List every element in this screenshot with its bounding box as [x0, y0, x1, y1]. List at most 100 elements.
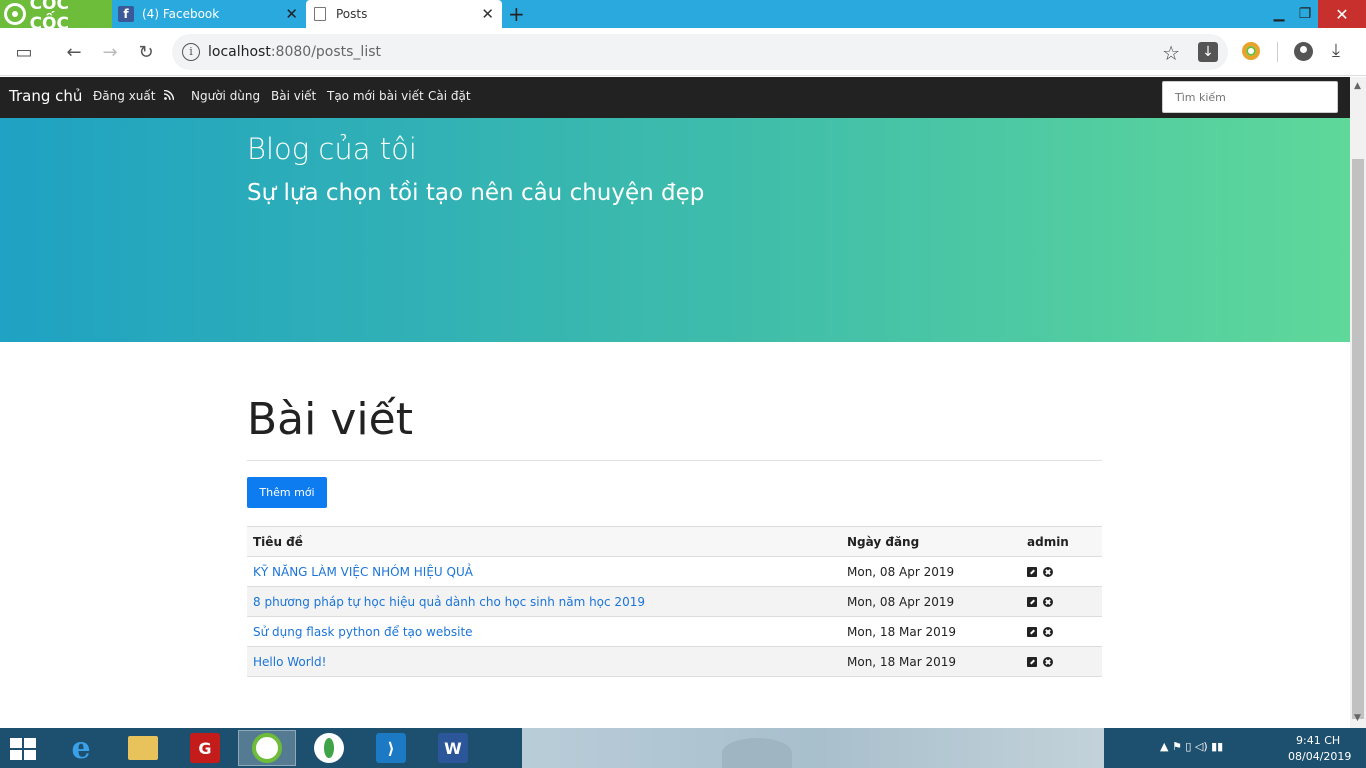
windows-start-icon[interactable] — [10, 738, 38, 760]
hero-title: Blog của tôi — [247, 132, 417, 166]
scroll-up-icon[interactable]: ▲ — [1354, 81, 1361, 91]
mongodb-icon — [314, 733, 344, 763]
delete-icon[interactable] — [1043, 597, 1053, 607]
scroll-down-icon[interactable]: ▼ — [1354, 713, 1361, 723]
sidebar-icon[interactable]: ▭ — [12, 40, 36, 64]
system-tray-icons[interactable]: ▲ ⚑ ▯ ◁) ▮▮ — [1160, 740, 1223, 753]
table-row: 8 phương pháp tự học hiệu quả dành cho h… — [247, 586, 1102, 617]
hero-banner: Blog của tôi Sự lựa chọn tồi tạo nên câu… — [0, 118, 1350, 342]
posts-table: Tiêu đề Ngày đăng admin KỸ NĂNG LÀM VIỆC… — [247, 526, 1102, 677]
scroll-thumb[interactable] — [1352, 159, 1364, 719]
save-page-icon[interactable]: ↓ — [1198, 42, 1218, 62]
table-row: Hello World! Mon, 18 Mar 2019 — [247, 646, 1102, 677]
reload-icon[interactable]: ↻ — [134, 40, 158, 64]
post-date: Mon, 18 Mar 2019 — [841, 616, 1021, 647]
admin-actions — [1021, 556, 1102, 587]
column-header-title: Tiêu đề — [247, 526, 841, 557]
garena-icon: G — [190, 733, 220, 763]
page-scrollbar[interactable]: ▲ ▼ — [1350, 77, 1366, 728]
vscode-icon: ⟩ — [376, 733, 406, 763]
post-link[interactable]: Hello World! — [253, 655, 326, 669]
minimize-icon[interactable]: ▁ — [1266, 0, 1292, 28]
post-link[interactable]: Sử dụng flask python để tạo website — [253, 625, 473, 639]
coccoc-extension-icon[interactable] — [1242, 42, 1260, 60]
edit-icon[interactable] — [1027, 567, 1037, 577]
taskbar-vscode[interactable]: ⟩ — [362, 730, 420, 766]
web-page: Trang chủ Đăng xuất Người dùng Bài viết … — [0, 77, 1350, 728]
rss-icon[interactable] — [164, 90, 174, 100]
delete-icon[interactable] — [1043, 627, 1053, 637]
profile-icon[interactable] — [1294, 42, 1313, 61]
delete-icon[interactable] — [1043, 567, 1053, 577]
post-date: Mon, 18 Mar 2019 — [841, 646, 1021, 677]
internet-explorer-icon: e — [71, 730, 91, 766]
page-title: Bài viết — [247, 394, 413, 445]
folder-icon — [128, 736, 158, 760]
nav-item-logout[interactable]: Đăng xuất — [93, 89, 155, 103]
delete-icon[interactable] — [1043, 657, 1053, 667]
post-link[interactable]: 8 phương pháp tự học hiệu quả dành cho h… — [253, 595, 645, 609]
tab-label: Posts — [336, 7, 368, 21]
window-close-icon[interactable]: ✕ — [1318, 0, 1366, 28]
clock-date[interactable]: 08/04/2019 — [1288, 750, 1351, 763]
taskbar-mongodb[interactable] — [300, 730, 358, 766]
edit-icon[interactable] — [1027, 657, 1037, 667]
search-input[interactable] — [1162, 81, 1338, 113]
nav-item-posts[interactable]: Bài viết — [271, 89, 316, 103]
nav-item-create-post[interactable]: Tạo mới bài viết — [327, 89, 424, 103]
taskbar-word[interactable]: W — [424, 730, 482, 766]
admin-actions — [1021, 646, 1102, 677]
tab-facebook[interactable]: f (4) Facebook ✕ — [112, 0, 306, 28]
tab-posts[interactable]: Posts ✕ — [306, 0, 502, 28]
new-tab-icon[interactable]: + — [508, 2, 525, 26]
forward-icon[interactable]: → — [98, 40, 122, 64]
close-icon[interactable]: ✕ — [481, 5, 494, 23]
edit-icon[interactable] — [1027, 627, 1037, 637]
add-post-button[interactable]: Thêm mới — [247, 477, 327, 508]
admin-actions — [1021, 586, 1102, 617]
coccoc-icon — [252, 733, 282, 763]
nav-brand-home[interactable]: Trang chủ — [9, 87, 82, 105]
word-icon: W — [438, 733, 468, 763]
bookmark-star-icon[interactable]: ☆ — [1162, 41, 1180, 65]
address-bar[interactable]: i localhost:8080/posts_list ☆ ↓ — [172, 34, 1228, 70]
coccoc-logo-icon — [4, 3, 26, 25]
edit-icon[interactable] — [1027, 597, 1037, 607]
info-icon[interactable]: i — [182, 43, 200, 61]
close-icon[interactable]: ✕ — [285, 5, 298, 23]
browser-tab-bar: CỐC CỐC f (4) Facebook ✕ Posts ✕ + ▁ ❐ ✕ — [0, 0, 1366, 34]
url-text[interactable]: localhost:8080/posts_list — [208, 44, 381, 60]
taskbar-garena[interactable]: G — [176, 730, 234, 766]
taskbar-coccoc[interactable] — [238, 730, 296, 766]
page-icon — [312, 6, 328, 22]
taskbar-file-explorer[interactable] — [114, 730, 172, 766]
download-icon[interactable]: ⤓ — [1332, 40, 1340, 61]
table-header-row: Tiêu đề Ngày đăng admin — [247, 526, 1102, 557]
restore-icon[interactable]: ❐ — [1292, 0, 1318, 28]
clock-time[interactable]: 9:41 CH — [1296, 734, 1340, 747]
taskbar-internet-explorer[interactable]: e — [52, 730, 110, 766]
column-header-admin: admin — [1021, 526, 1102, 557]
post-title-cell: 8 phương pháp tự học hiệu quả dành cho h… — [247, 586, 841, 617]
title-divider — [247, 460, 1102, 461]
post-date: Mon, 08 Apr 2019 — [841, 586, 1021, 617]
browser-toolbar: ▭ ← → ↻ i localhost:8080/posts_list ☆ ↓ … — [0, 28, 1366, 76]
admin-actions — [1021, 616, 1102, 647]
table-row: Sử dụng flask python để tạo website Mon,… — [247, 616, 1102, 647]
post-title-cell: Hello World! — [247, 646, 841, 677]
site-navbar: Trang chủ Đăng xuất Người dùng Bài viết … — [0, 77, 1350, 118]
table-row: KỸ NĂNG LÀM VIỆC NHÓM HIỆU QUẢ Mon, 08 A… — [247, 556, 1102, 587]
facebook-icon: f — [118, 6, 134, 22]
post-date: Mon, 08 Apr 2019 — [841, 556, 1021, 587]
hero-subtitle: Sự lựa chọn tồi tạo nên câu chuyện đẹp — [247, 180, 705, 206]
tab-label: (4) Facebook — [142, 7, 220, 21]
toolbar-divider — [1277, 42, 1278, 62]
nav-item-settings[interactable]: Cài đặt — [428, 89, 471, 103]
post-title-cell: Sử dụng flask python để tạo website — [247, 616, 841, 647]
post-title-cell: KỸ NĂNG LÀM VIỆC NHÓM HIỆU QUẢ — [247, 556, 841, 587]
coccoc-brand[interactable]: CỐC CỐC — [0, 0, 112, 34]
back-icon[interactable]: ← — [62, 40, 86, 64]
post-link[interactable]: KỸ NĂNG LÀM VIỆC NHÓM HIỆU QUẢ — [253, 565, 473, 579]
nav-item-users[interactable]: Người dùng — [191, 89, 260, 103]
column-header-date: Ngày đăng — [841, 526, 1021, 557]
